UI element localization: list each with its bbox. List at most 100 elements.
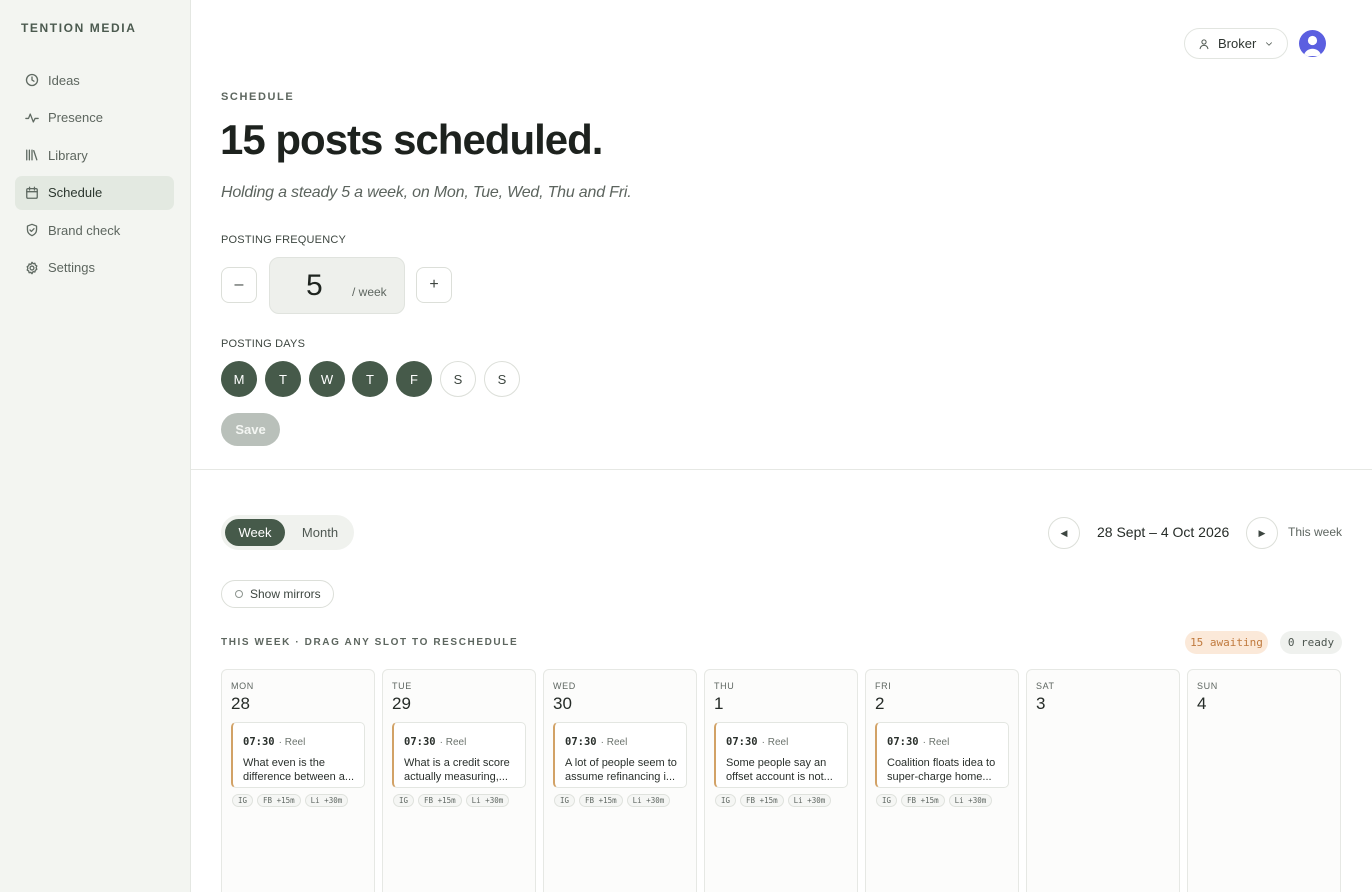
channel-tag-ig[interactable]: IG xyxy=(554,794,576,807)
post-time: 07:30 xyxy=(243,736,275,748)
decrement-button[interactable]: – xyxy=(221,267,257,303)
sidebar-item-label: Schedule xyxy=(48,185,103,200)
tab-month[interactable]: Month xyxy=(289,519,351,546)
channel-tags: IG FB +15m Li +30m xyxy=(715,794,835,807)
channel-tag-li[interactable]: Li +30m xyxy=(465,794,510,807)
day-toggle-mon[interactable]: M xyxy=(221,361,257,397)
chevron-left-icon: ◀ xyxy=(1060,527,1068,538)
post-time: 07:30 xyxy=(565,736,597,748)
gear-icon xyxy=(25,261,39,275)
day-toggle-thu[interactable]: T xyxy=(352,361,388,397)
sidebar-item-label: Library xyxy=(48,147,88,163)
post-type: · Reel xyxy=(600,737,628,748)
day-of-week: SAT xyxy=(1036,681,1055,691)
day-number: 2 xyxy=(875,694,885,713)
prev-week-button[interactable]: ◀ xyxy=(1048,517,1080,549)
sidebar-nav: Ideas Presence Library Schedule Brand ch… xyxy=(15,63,174,288)
day-column-sat[interactable]: SAT 3 xyxy=(1026,669,1180,892)
next-week-button[interactable]: ▶ xyxy=(1246,517,1278,549)
frequency-display: 5 / week xyxy=(269,257,405,314)
frequency-value: 5 xyxy=(306,269,323,302)
post-type: · Reel xyxy=(439,737,467,748)
role-label: Broker xyxy=(1218,36,1257,51)
post-text: What is a credit score actually measurin… xyxy=(404,757,510,783)
sidebar-item-ideas[interactable]: Ideas xyxy=(15,63,174,97)
day-toggle-fri[interactable]: F xyxy=(396,361,432,397)
day-column-mon[interactable]: MON 28 07:30 · Reel What even is the diff… xyxy=(221,669,375,892)
post-card[interactable]: 07:30 · Reel Coalition floats idea to sup… xyxy=(875,722,1009,788)
post-card[interactable]: 07:30 · Reel What even is the difference … xyxy=(231,722,365,788)
day-toggle-sat[interactable]: S xyxy=(440,361,476,397)
increment-button[interactable]: + xyxy=(416,267,452,303)
sidebar-item-label: Ideas xyxy=(48,72,80,88)
day-of-week: THU xyxy=(714,681,735,691)
user-icon xyxy=(1199,38,1209,49)
channel-tag-li[interactable]: Li +30m xyxy=(948,794,993,807)
channel-tags: IG FB +15m Li +30m xyxy=(393,794,513,807)
day-column-thu[interactable]: THU 1 07:30 · Reel Some people say an off… xyxy=(704,669,858,892)
post-card[interactable]: 07:30 · Reel Some people say an offset ac… xyxy=(714,722,848,788)
channel-tag-fb[interactable]: FB +15m xyxy=(740,794,784,807)
role-selector[interactable]: Broker xyxy=(1184,28,1288,59)
day-of-week: FRI xyxy=(875,681,892,691)
day-number: 4 xyxy=(1197,694,1207,713)
posting-days-label: POSTING DAYS xyxy=(221,338,306,350)
post-type: · Reel xyxy=(922,737,950,748)
frequency-unit: / week xyxy=(352,285,387,299)
sidebar-item-settings[interactable]: Settings xyxy=(15,251,174,285)
day-of-week: TUE xyxy=(392,681,412,691)
channel-tag-ig[interactable]: IG xyxy=(876,794,898,807)
channel-tag-ig[interactable]: IG xyxy=(715,794,737,807)
sidebar-item-label: Brand check xyxy=(48,222,121,238)
channel-tag-fb[interactable]: FB +15m xyxy=(579,794,623,807)
this-week-link[interactable]: This week xyxy=(1288,525,1342,539)
channel-tags: IG FB +15m Li +30m xyxy=(554,794,674,807)
channel-tag-li[interactable]: Li +30m xyxy=(304,794,349,807)
day-toggle-wed[interactable]: W xyxy=(309,361,345,397)
channel-tag-fb[interactable]: FB +15m xyxy=(418,794,462,807)
day-column-sun[interactable]: SUN 4 xyxy=(1187,669,1341,892)
post-card[interactable]: 07:30 · Reel What is a credit score actua… xyxy=(392,722,526,788)
posting-frequency-label: POSTING FREQUENCY xyxy=(221,234,347,246)
day-column-tue[interactable]: TUE 29 07:30 · Reel What is a credit scor… xyxy=(382,669,536,892)
date-range: 28 Sept – 4 Oct 2026 xyxy=(1097,524,1230,540)
day-of-week: MON xyxy=(231,681,254,691)
post-text: Some people say an offset account is not… xyxy=(726,757,833,783)
day-toggle-sun[interactable]: S xyxy=(484,361,520,397)
day-number: 30 xyxy=(553,694,572,713)
channel-tag-ig[interactable]: IG xyxy=(393,794,415,807)
channel-tag-li[interactable]: Li +30m xyxy=(787,794,832,807)
brand-logo: TENTION MEDIA xyxy=(21,21,137,35)
save-button[interactable]: Save xyxy=(221,413,280,446)
awaiting-badge: 15 awaiting xyxy=(1185,631,1268,654)
activity-icon xyxy=(25,111,39,125)
radio-circle-icon xyxy=(235,590,243,598)
show-mirrors-toggle[interactable]: Show mirrors xyxy=(221,580,334,608)
channel-tag-fb[interactable]: FB +15m xyxy=(257,794,301,807)
library-icon xyxy=(25,148,39,162)
sidebar-item-library[interactable]: Library xyxy=(15,138,174,172)
sidebar-item-presence[interactable]: Presence xyxy=(15,101,174,135)
post-card[interactable]: 07:30 · Reel A lot of people seem to assu… xyxy=(553,722,687,788)
day-toggle-tue[interactable]: T xyxy=(265,361,301,397)
show-mirrors-label: Show mirrors xyxy=(250,587,321,601)
day-number: 28 xyxy=(231,694,250,713)
post-text: What even is the difference between a... xyxy=(243,757,355,783)
tab-week[interactable]: Week xyxy=(225,519,285,546)
day-column-wed[interactable]: WED 30 07:30 · Reel A lot of people seem … xyxy=(543,669,697,892)
channel-tag-ig[interactable]: IG xyxy=(232,794,254,807)
sidebar-item-schedule[interactable]: Schedule xyxy=(15,175,174,210)
post-time: 07:30 xyxy=(404,736,436,748)
channel-tag-li[interactable]: Li +30m xyxy=(626,794,671,807)
post-type: · Reel xyxy=(761,737,789,748)
sidebar-item-label: Presence xyxy=(48,110,103,125)
chevron-down-icon xyxy=(1266,41,1273,46)
channel-tag-fb[interactable]: FB +15m xyxy=(901,794,945,807)
sidebar: TENTION MEDIA Ideas Presence Library Sch… xyxy=(0,0,191,892)
sidebar-item-brand-check[interactable]: Brand check xyxy=(15,213,174,247)
day-number: 29 xyxy=(392,694,411,713)
day-column-fri[interactable]: FRI 2 07:30 · Reel Coalition floats idea … xyxy=(865,669,1019,892)
avatar[interactable] xyxy=(1299,30,1326,57)
day-of-week: WED xyxy=(553,681,576,691)
day-of-week: SUN xyxy=(1197,681,1218,691)
